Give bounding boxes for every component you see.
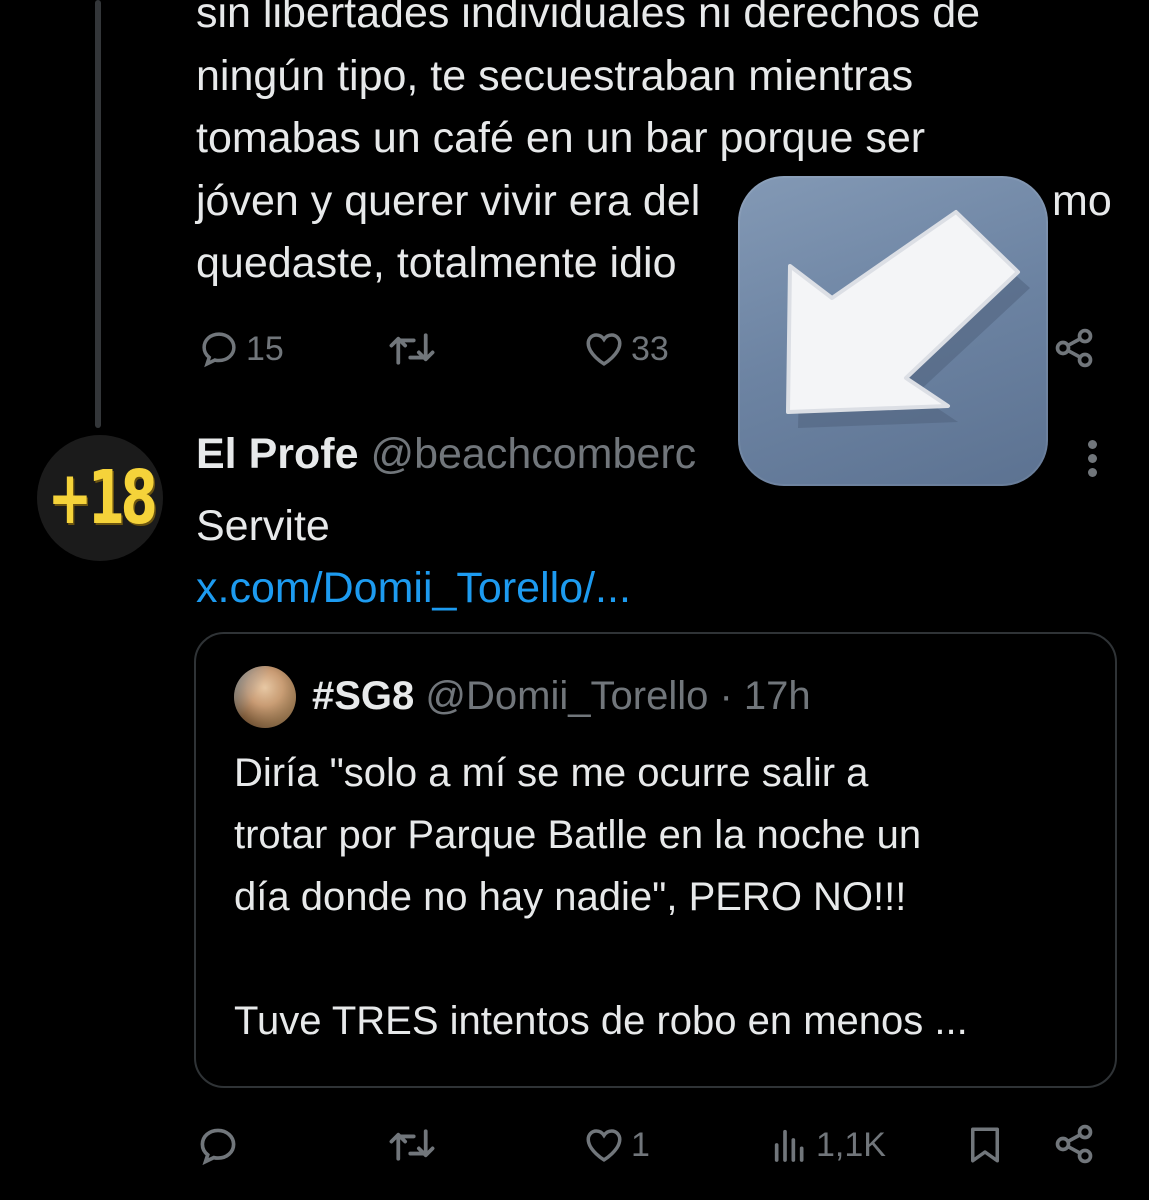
quoted-post-card[interactable]: #SG8 @Domii_Torello · 17h Diría "solo a … <box>194 632 1117 1088</box>
previous-post-line: ningún tipo, te secuestraban mientras <box>196 51 914 100</box>
like-count: 1 <box>631 1125 650 1164</box>
share-icon <box>1055 1124 1093 1164</box>
quoted-text-line: trotar por Parque Batlle en la noche un <box>234 813 922 857</box>
avatar-badge-text: +18 <box>47 455 157 541</box>
dot-separator: · <box>719 674 733 718</box>
share-button[interactable] <box>1052 1122 1096 1166</box>
share-button[interactable] <box>1052 326 1096 370</box>
previous-post-line-tail: mo <box>1052 176 1112 225</box>
quoted-post-time: 17h <box>743 674 811 718</box>
author-name[interactable]: El Profe <box>196 430 359 478</box>
bookmark-icon <box>971 1127 999 1163</box>
post-body: Servite x.com/Domii_Torello/... <box>196 495 631 619</box>
more-button[interactable] <box>1082 440 1102 480</box>
reply-icon <box>200 1128 236 1166</box>
views-button[interactable]: 1,1K <box>770 1124 886 1166</box>
post-link[interactable]: x.com/Domii_Torello/... <box>196 557 631 619</box>
heart-icon <box>586 1129 622 1162</box>
previous-post-line: sin libertades individuales ni derechos … <box>196 0 981 37</box>
author-handle[interactable]: @beachcomberc <box>370 430 696 478</box>
quoted-text-line: Diría "solo a mí se me ocurre salir a <box>234 751 869 795</box>
quoted-author-name: #SG8 <box>312 674 415 718</box>
share-icon <box>1055 328 1093 368</box>
quoted-text-line: Tuve TRES intentos de robo en menos ... <box>234 999 968 1043</box>
quoted-text-blank-line <box>234 928 1094 990</box>
avatar[interactable]: +18 <box>37 435 163 561</box>
quoted-text-line: día donde no hay nadie", PERO NO!!! <box>234 875 907 919</box>
post-actions: 1 1,1K <box>0 1114 1149 1174</box>
arrow-down-left-icon <box>786 210 1030 428</box>
views-count: 1,1K <box>816 1125 886 1164</box>
like-button[interactable]: 1 <box>583 1124 650 1166</box>
retweet-icon <box>389 1129 435 1161</box>
previous-post-line: tomabas un café en un bar porque ser <box>196 114 926 162</box>
quoted-author-handle: @Domii_Torello <box>425 674 709 718</box>
views-icon <box>774 1129 804 1162</box>
bookmark-button[interactable] <box>964 1122 1006 1168</box>
reply-button[interactable] <box>196 1124 240 1168</box>
post-header: El Profe @beachcomberc <box>196 430 696 479</box>
retweet-icon <box>389 333 435 365</box>
reply-count: 15 <box>246 329 284 368</box>
quoted-author-avatar <box>234 666 296 728</box>
retweet-button[interactable] <box>388 328 436 370</box>
previous-post-line-start: jóven y querer vivir era del <box>196 176 701 225</box>
reply-button[interactable]: 15 <box>198 328 284 370</box>
quoted-post-header: #SG8 @Domii_Torello · 17h <box>312 674 811 719</box>
reply-icon <box>202 332 236 368</box>
retweet-button[interactable] <box>388 1124 436 1166</box>
more-icon <box>1082 440 1102 477</box>
like-count: 33 <box>631 329 669 368</box>
heart-icon <box>586 333 622 366</box>
quoted-post-text: Diría "solo a mí se me ocurre salir a tr… <box>234 742 1094 1052</box>
post-text: Servite <box>196 502 330 550</box>
like-button[interactable]: 33 <box>583 328 669 370</box>
overlay-app-icon[interactable] <box>738 176 1048 486</box>
tweet-thread-view: sin libertades individuales ni derechos … <box>0 0 1149 1200</box>
